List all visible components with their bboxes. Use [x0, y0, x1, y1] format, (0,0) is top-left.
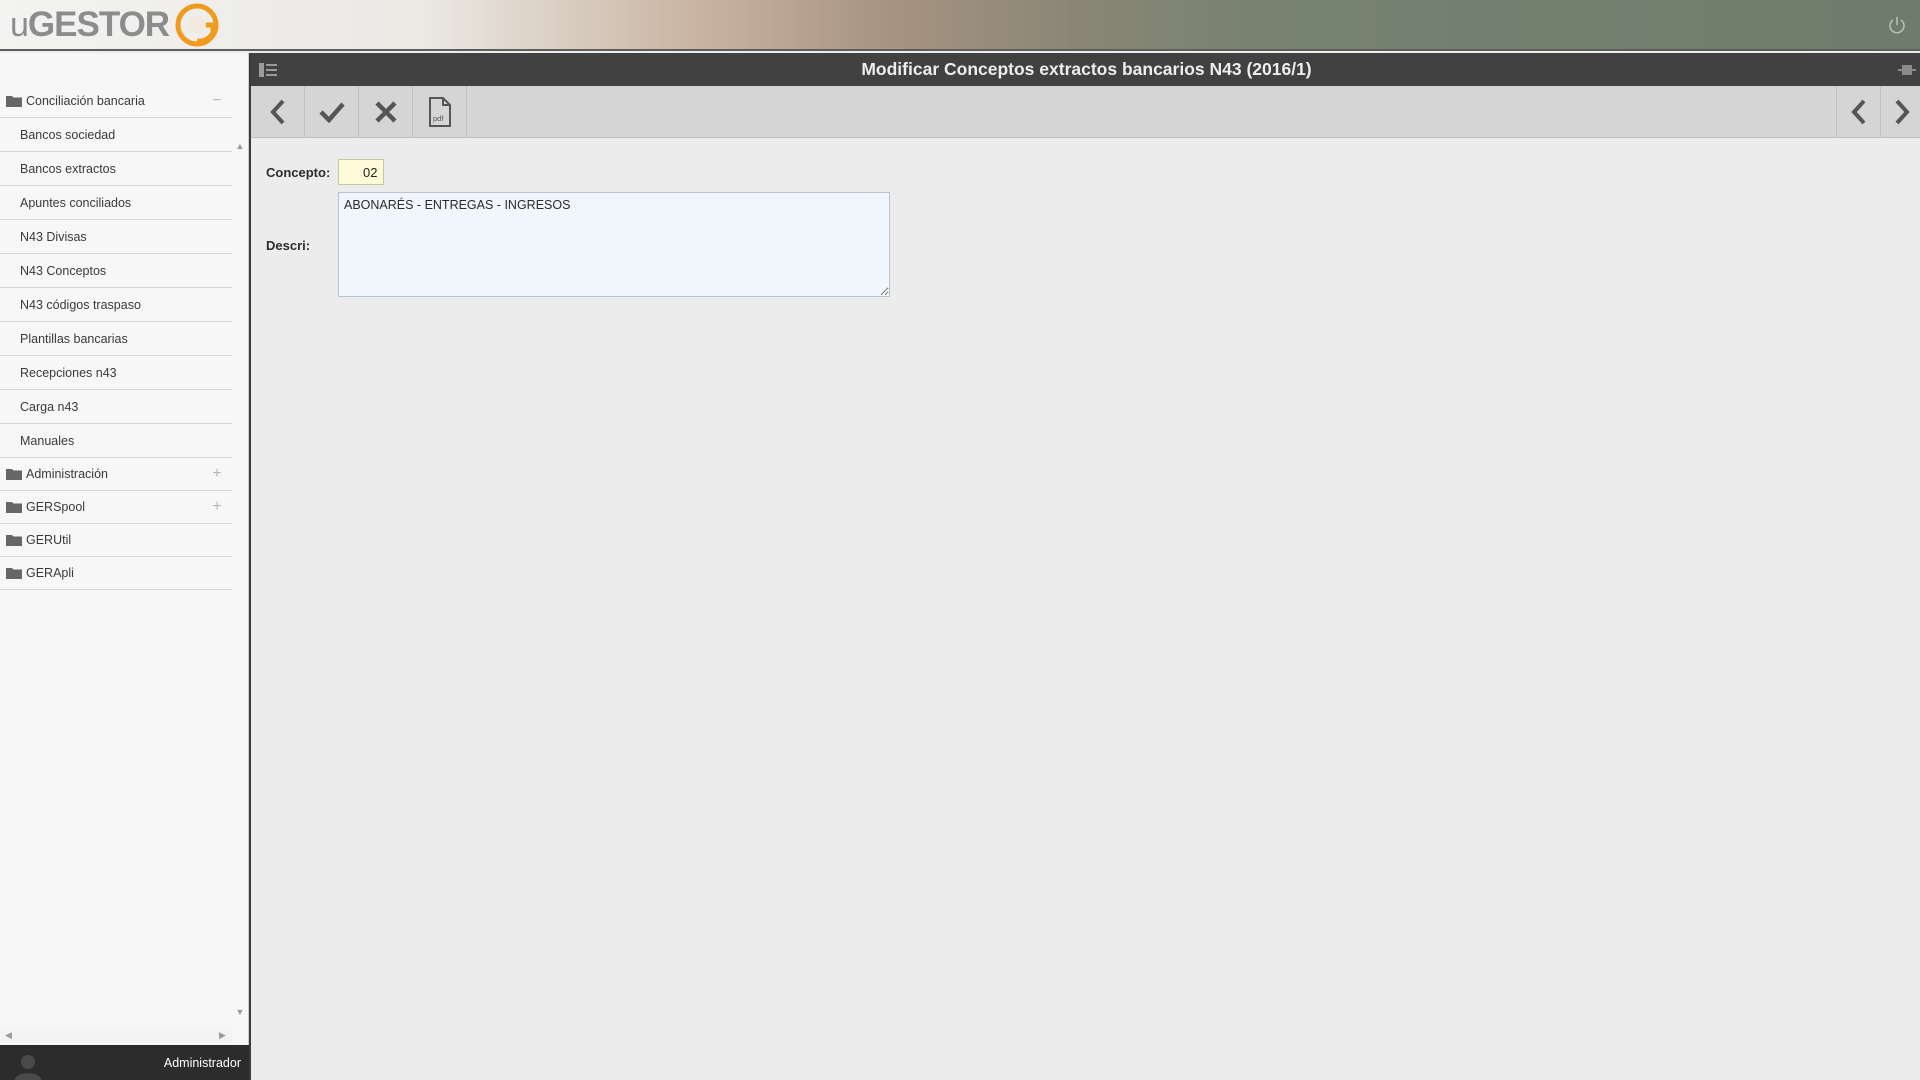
chevron-left-icon: [269, 99, 284, 125]
main-panel: Modificar Conceptos extractos bancarios …: [249, 53, 1920, 1080]
cancel-button[interactable]: [359, 86, 413, 138]
expand-icon[interactable]: +: [210, 499, 224, 515]
app-logo: uGESTOR: [10, 3, 219, 47]
sidebar-item-label: Recepciones n43: [20, 365, 117, 380]
chevron-left-icon: [1850, 99, 1865, 125]
sidebar-group-conciliacion-bancaria[interactable]: Conciliación bancaria −: [0, 85, 232, 118]
pdf-icon-label: pdf: [433, 114, 444, 123]
folder-icon: [6, 96, 22, 107]
pdf-icon: pdf: [428, 97, 451, 127]
sidebar-item-label: Apuntes conciliados: [20, 195, 132, 210]
sidebar-item-label: Bancos extractos: [20, 161, 116, 176]
sidebar-group-label: GERSpool: [26, 500, 86, 514]
folder-icon: [6, 469, 22, 480]
collapse-icon[interactable]: −: [210, 93, 224, 109]
sidebar-item-bancos-extractos[interactable]: Bancos extractos: [0, 152, 232, 186]
close-icon: [374, 101, 397, 123]
sidebar-group-label: Conciliación bancaria: [26, 94, 145, 108]
sidebar-item-label: Carga n43: [20, 399, 79, 414]
sidebar: Conciliación bancaria − Bancos sociedad …: [0, 53, 249, 1045]
sidebar-item-label: Bancos sociedad: [20, 127, 116, 142]
avatar-icon: [15, 1055, 41, 1080]
logo-mark-icon: [175, 3, 219, 47]
sidebar-group-label: Administración: [26, 467, 108, 481]
logo-text: uGESTOR: [10, 5, 170, 44]
descri-label: Descri:: [266, 238, 311, 253]
sidebar-item-n43-conceptos[interactable]: N43 Conceptos: [0, 254, 232, 288]
page-title: Modificar Conceptos extractos bancarios …: [861, 59, 1312, 79]
sidebar-item-carga-n43[interactable]: Carga n43: [0, 390, 232, 424]
sidebar-vertical-scrollbar[interactable]: ▲ ▼: [233, 85, 247, 1017]
scroll-down-icon[interactable]: ▼: [235, 1007, 245, 1017]
folder-icon: [6, 568, 22, 579]
sidebar-group-label: GERUtil: [26, 533, 72, 547]
sidebar-item-bancos-sociedad[interactable]: Bancos sociedad: [0, 118, 232, 152]
sidebar-item-label: Manuales: [20, 433, 75, 448]
sidebar-group-gerutil[interactable]: GERUtil: [0, 524, 232, 557]
pin-icon[interactable]: [1898, 63, 1916, 77]
sidebar-item-label: N43 Divisas: [20, 229, 87, 244]
concepto-field[interactable]: [338, 159, 384, 185]
folder-icon: [6, 502, 22, 513]
user-name[interactable]: Administrador: [164, 1056, 241, 1070]
sidebar-item-label: Plantillas bancarias: [20, 331, 128, 346]
top-banner: uGESTOR: [0, 0, 1920, 51]
sidebar-item-n43-divisas[interactable]: N43 Divisas: [0, 220, 232, 254]
toolbar: pdf: [251, 86, 1920, 138]
sidebar-group-label: GERApli: [26, 566, 74, 580]
sidebar-menu: Conciliación bancaria − Bancos sociedad …: [0, 85, 232, 590]
previous-record-button[interactable]: [1836, 86, 1880, 138]
scroll-right-icon[interactable]: ▶: [219, 1030, 226, 1041]
sidebar-group-gerspool[interactable]: GERSpool +: [0, 491, 232, 524]
concepto-label: Concepto:: [266, 165, 331, 180]
power-icon[interactable]: [1886, 14, 1908, 36]
sidebar-item-plantillas-bancarias[interactable]: Plantillas bancarias: [0, 322, 232, 356]
descri-field[interactable]: ABONARÉS - ENTREGAS - INGRESOS: [338, 192, 890, 297]
title-bar: Modificar Conceptos extractos bancarios …: [251, 53, 1920, 86]
sidebar-item-apuntes-conciliados[interactable]: Apuntes conciliados: [0, 186, 232, 220]
back-button[interactable]: [251, 86, 305, 138]
scroll-left-icon[interactable]: ◀: [5, 1030, 12, 1041]
save-button[interactable]: [305, 86, 359, 138]
form-area: Concepto: Descri: ABONARÉS - ENTREGAS - …: [251, 139, 1920, 1080]
pdf-button[interactable]: pdf: [413, 86, 467, 138]
sidebar-item-label: N43 Conceptos: [20, 263, 107, 278]
next-record-button[interactable]: [1880, 86, 1920, 138]
sidebar-group-administracion[interactable]: Administración +: [0, 458, 232, 491]
user-bar: Administrador: [0, 1045, 249, 1080]
scroll-up-icon[interactable]: ▲: [235, 141, 245, 151]
chevron-right-icon: [1895, 99, 1910, 125]
sidebar-horizontal-scrollbar[interactable]: ◀ ▶: [0, 1029, 232, 1043]
sidebar-item-label: N43 códigos traspaso: [20, 297, 141, 312]
sidebar-group-gerapli[interactable]: GERApli: [0, 557, 232, 590]
sidebar-item-recepciones-n43[interactable]: Recepciones n43: [0, 356, 232, 390]
sidebar-item-n43-codigos-traspaso[interactable]: N43 códigos traspaso: [0, 288, 232, 322]
expand-icon[interactable]: +: [210, 466, 224, 482]
folder-icon: [6, 535, 22, 546]
check-icon: [318, 102, 345, 124]
sidebar-item-manuales[interactable]: Manuales: [0, 424, 232, 458]
